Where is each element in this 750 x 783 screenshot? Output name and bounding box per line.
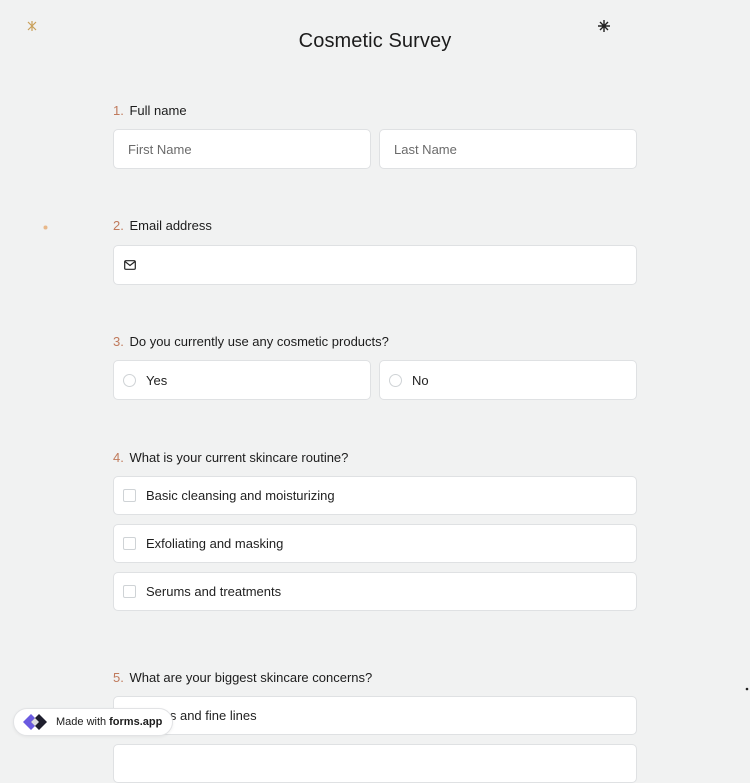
option-label: Yes	[146, 372, 168, 388]
question-number: 2.	[113, 218, 124, 233]
dot-decoration	[745, 687, 749, 691]
radio-option-yes[interactable]: Yes	[113, 360, 371, 400]
question-text: What are your biggest skincare concerns?	[129, 670, 373, 685]
question-3-label: 3. Do you currently use any cosmetic pro…	[113, 334, 389, 349]
last-name-placeholder: Last Name	[394, 141, 457, 157]
first-name-input[interactable]: First Name	[113, 129, 371, 169]
question-number: 4.	[113, 450, 124, 465]
question-number: 5.	[113, 670, 124, 685]
question-text: Do you currently use any cosmetic produc…	[129, 334, 389, 349]
form-title: Cosmetic Survey	[298, 30, 452, 52]
last-name-input[interactable]: Last Name	[379, 129, 637, 169]
option-label: Serums and treatments	[146, 584, 282, 599]
first-name-placeholder: First Name	[128, 141, 192, 157]
option-label: Basic cleansing and moisturizing	[146, 488, 335, 503]
checkbox-option[interactable]: Basic cleansing and moisturizing	[113, 476, 637, 515]
checkbox-option[interactable]: nkles and fine lines	[113, 696, 637, 735]
dot-decoration	[43, 225, 48, 230]
option-label: Exfoliating and masking	[146, 536, 284, 551]
radio-option-no[interactable]: No	[379, 360, 637, 400]
question-4-label: 4. What is your current skincare routine…	[113, 450, 348, 465]
question-1-label: 1. Full name	[113, 103, 187, 118]
badge-brand: forms.app	[109, 716, 163, 728]
question-text: Full name	[129, 103, 187, 118]
checkbox-option[interactable]: Exfoliating and masking	[113, 524, 637, 563]
badge-prefix: Made with	[56, 716, 107, 728]
question-2-label: 2. Email address	[113, 218, 212, 233]
checkbox[interactable]	[123, 537, 136, 550]
radio-circle[interactable]	[389, 373, 402, 387]
checkbox-option[interactable]: Serums and treatments	[113, 572, 637, 611]
question-number: 3.	[113, 334, 124, 349]
forms-app-logo	[23, 714, 47, 730]
envelope-icon	[124, 260, 136, 270]
question-text: Email address	[129, 218, 212, 233]
radio-circle[interactable]	[123, 373, 136, 387]
email-input[interactable]	[113, 245, 637, 285]
question-5-label: 5. What are your biggest skincare concer…	[113, 670, 372, 685]
checkbox[interactable]	[123, 489, 136, 502]
question-number: 1.	[113, 103, 124, 118]
question-text: What is your current skincare routine?	[129, 450, 349, 465]
made-with-badge[interactable]: Made with forms.app	[13, 708, 174, 736]
option-label: No	[412, 372, 429, 388]
checkbox[interactable]	[123, 585, 136, 598]
